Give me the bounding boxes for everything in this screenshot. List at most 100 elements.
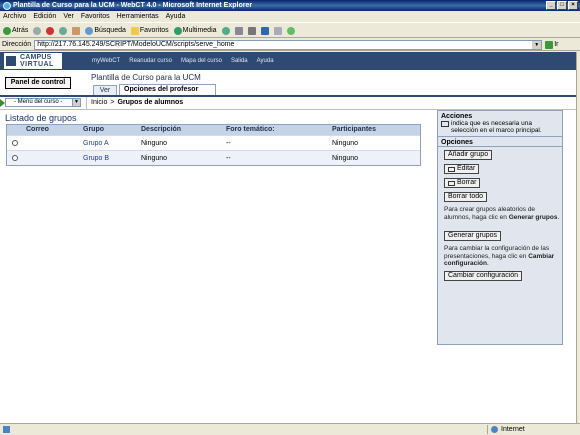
menu-ver[interactable]: Ver <box>63 13 74 20</box>
logo-mark-icon <box>6 56 16 66</box>
course-menu-select[interactable]: - Menú del curso - ▼ <box>0 98 81 107</box>
discuss-icon <box>273 26 282 35</box>
selection-required-icon <box>448 166 455 172</box>
security-zone: Internet <box>487 425 525 434</box>
breadcrumb-inicio[interactable]: Inicio <box>91 99 107 106</box>
delete-button[interactable]: Borrar <box>444 178 481 188</box>
table-row: Grupo A Ninguno -- Ninguno <box>7 135 420 150</box>
address-dropdown-icon[interactable]: ▼ <box>532 40 542 49</box>
group-link[interactable]: Grupo B <box>79 155 137 162</box>
internet-globe-icon <box>491 426 498 433</box>
home-button[interactable] <box>72 26 81 35</box>
print-button[interactable] <box>247 26 256 35</box>
forward-arrow-icon <box>33 26 42 35</box>
add-group-button[interactable]: Añadir grupo <box>444 150 493 160</box>
generate-help-text: Para crear grupos aleatorios de alumnos,… <box>444 206 561 221</box>
back-arrow-icon <box>3 26 11 35</box>
menu-herramientas[interactable]: Herramientas <box>117 13 159 20</box>
search-button[interactable]: Búsqueda <box>85 26 126 35</box>
change-config-button[interactable]: Cambiar configuración <box>444 271 523 281</box>
table-row: Grupo B Ninguno -- Ninguno <box>7 150 420 165</box>
search-icon <box>85 26 94 35</box>
multimedia-icon <box>173 26 182 35</box>
breadcrumb: Inicio > Grupos de alumnos <box>91 99 183 106</box>
address-url: http://217.76.145.249/SCRIPT/ModeloUCM/s… <box>37 40 235 48</box>
generate-groups-button[interactable]: Generar grupos <box>444 231 502 241</box>
multimedia-label: Multimedia <box>182 27 217 34</box>
go-arrow-icon <box>545 40 554 49</box>
divider <box>86 97 87 109</box>
select-dropdown-icon: ▼ <box>72 99 80 106</box>
options-title: Opciones <box>441 139 473 146</box>
tab-opciones-del-profesor[interactable]: Opciones del profesor <box>119 84 216 95</box>
group-b-radio[interactable] <box>11 155 18 161</box>
maximize-button[interactable]: □ <box>557 1 567 10</box>
divider <box>438 146 562 147</box>
tab-ver[interactable]: Ver <box>93 85 117 95</box>
description-cell: Ninguno <box>141 139 168 147</box>
minimize-button[interactable]: _ <box>546 1 556 10</box>
favorites-label: Favoritos <box>139 27 169 34</box>
column-header-grupo: Grupo <box>83 126 104 133</box>
back-button[interactable]: Atrás <box>3 26 29 35</box>
search-label: Búsqueda <box>94 27 126 34</box>
messenger-button[interactable] <box>286 26 295 35</box>
refresh-button[interactable] <box>59 26 68 35</box>
back-label: Atrás <box>12 27 29 34</box>
edit-button[interactable]: Editar <box>444 164 480 174</box>
word-edit-icon <box>260 26 269 35</box>
forward-button[interactable] <box>33 26 42 35</box>
nav-mywebct[interactable]: myWebCT <box>92 58 120 64</box>
close-button[interactable]: × <box>568 1 578 10</box>
favorites-button[interactable]: Favoritos <box>130 26 169 35</box>
zone-label: Internet <box>501 426 525 433</box>
stop-button[interactable] <box>46 26 55 35</box>
campus-virtual-logo[interactable]: CAMPUS VIRTUAL <box>4 53 62 69</box>
delete-all-button[interactable]: Borrar todo <box>444 192 488 202</box>
nav-salida[interactable]: Salida <box>231 58 248 64</box>
logo-line2: VIRTUAL <box>20 61 54 68</box>
webct-banner: CAMPUS VIRTUAL myWebCT Reanudar curso Ma… <box>0 52 576 70</box>
course-menu-value: - Menú del curso - <box>14 99 63 105</box>
menu-ayuda[interactable]: Ayuda <box>166 13 186 20</box>
breadcrumb-separator: > <box>110 99 115 106</box>
favorites-icon <box>130 26 139 35</box>
edit-button[interactable] <box>260 26 269 35</box>
nav-mapa-del-curso[interactable]: Mapa del curso <box>181 58 222 64</box>
select-column-header <box>7 125 22 135</box>
page-content: CAMPUS VIRTUAL myWebCT Reanudar curso Ma… <box>0 52 576 423</box>
groups-list-title: Listado de grupos <box>5 113 77 123</box>
column-header-descripcion: Descripción <box>141 126 182 133</box>
stop-icon <box>46 26 55 35</box>
multimedia-button[interactable]: Multimedia <box>173 26 217 35</box>
breadcrumb-current: Grupos de alumnos <box>117 99 184 106</box>
logo-line1: CAMPUS <box>20 54 52 61</box>
history-button[interactable] <box>221 26 230 35</box>
participants-cell: Ninguno <box>332 154 359 162</box>
delete-label: Borrar <box>457 179 477 186</box>
course-title: Plantilla de Curso para la UCM <box>91 73 201 82</box>
nav-ayuda[interactable]: Ayuda <box>257 58 274 64</box>
menu-edicion[interactable]: Edición <box>33 13 56 20</box>
refresh-icon <box>59 26 68 35</box>
mail-button[interactable] <box>234 26 243 35</box>
menu-favoritos[interactable]: Favoritos <box>81 13 110 20</box>
menu-bar: Archivo Edición Ver Favoritos Herramient… <box>0 11 580 23</box>
description-cell: Ninguno <box>141 154 168 162</box>
menu-flag-icon <box>0 99 5 107</box>
groups-table: Correo Grupo Descripción Foro temático: … <box>6 124 421 166</box>
table-header: Correo Grupo Descripción Foro temático: … <box>7 125 420 135</box>
config-help-post: . <box>486 260 489 267</box>
discuss-button[interactable] <box>273 26 282 35</box>
menu-archivo[interactable]: Archivo <box>3 13 26 20</box>
actions-panel: Acciones indica que es necesaria una sel… <box>437 110 563 345</box>
group-a-radio[interactable] <box>11 140 18 146</box>
vertical-scrollbar[interactable] <box>576 52 580 423</box>
go-button[interactable]: Ir <box>545 40 558 49</box>
history-icon <box>221 26 230 35</box>
panel-de-control-button[interactable]: Panel de control <box>5 77 71 89</box>
nav-reanudar-curso[interactable]: Reanudar curso <box>129 58 172 64</box>
group-link[interactable]: Grupo A <box>79 140 137 147</box>
address-input[interactable]: http://217.76.145.249/SCRIPT/ModeloUCM/s… <box>34 39 543 50</box>
browser-toolbar: Atrás Búsqueda Favoritos Multimedia <box>0 24 580 38</box>
